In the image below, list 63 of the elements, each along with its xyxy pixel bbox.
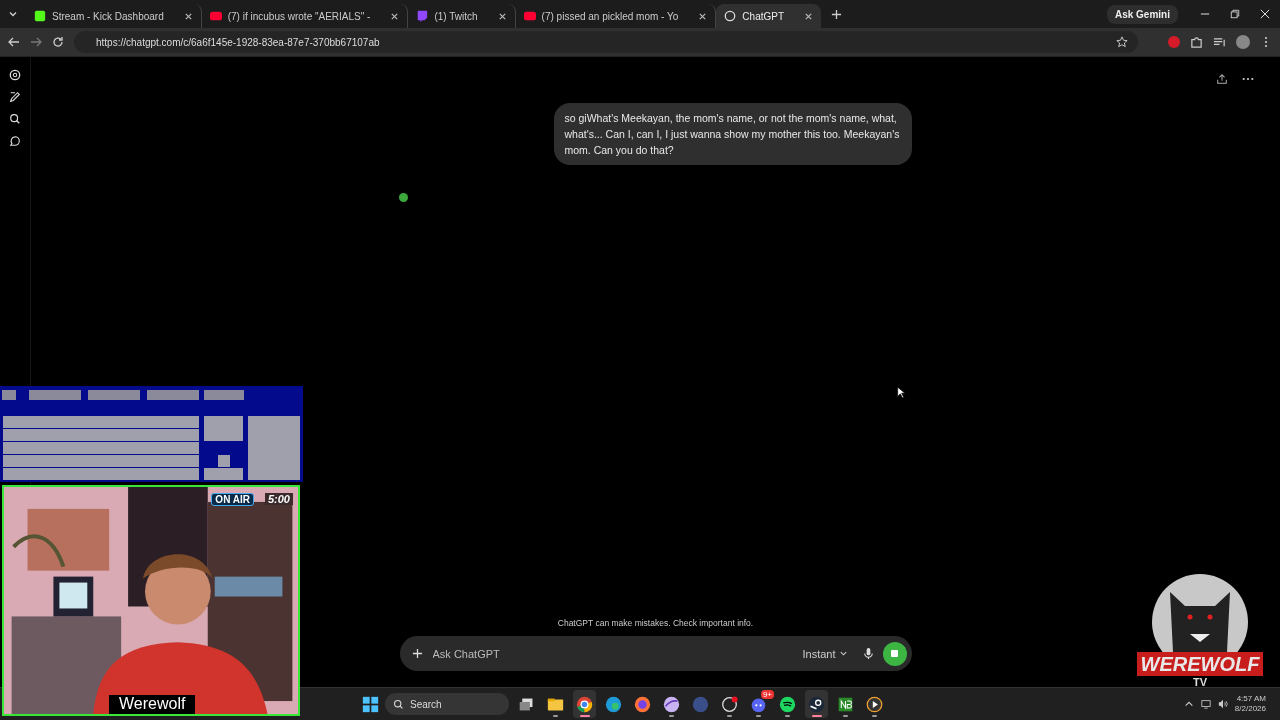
profile-avatar-icon[interactable] xyxy=(1236,35,1250,49)
bookmark-star-icon[interactable] xyxy=(1116,36,1128,48)
feather-logo-icon xyxy=(663,695,680,713)
search-icon[interactable] xyxy=(9,113,21,125)
ask-gemini-button[interactable]: Ask Gemini xyxy=(1106,4,1178,24)
browser-logo-icon xyxy=(576,695,593,713)
taskbar-button[interactable] xyxy=(805,690,828,718)
taskbar-button[interactable] xyxy=(573,690,596,718)
favicon-icon xyxy=(724,10,737,22)
status-dot xyxy=(399,193,408,202)
reload-icon[interactable] xyxy=(52,36,64,48)
chat-icon[interactable] xyxy=(9,135,21,147)
streamer-name: Werewolf xyxy=(109,695,196,714)
taskbar-search-field[interactable]: Search xyxy=(385,693,509,715)
on-air-badge: ON AIR xyxy=(211,493,254,506)
mouse-cursor-icon xyxy=(897,386,905,399)
address-bar[interactable]: https://chatgpt.com/c/6a6f145e-1928-83ea-87e7-370bb67107ab xyxy=(74,31,1138,53)
clock-time: 4:57 AM xyxy=(1236,694,1266,704)
logo-subtitle: TV xyxy=(1192,676,1208,688)
orb-icon xyxy=(692,695,709,713)
favicon-icon xyxy=(34,10,46,22)
close-tab-icon[interactable] xyxy=(183,11,193,21)
search-icon xyxy=(393,698,404,710)
new-tab-icon[interactable] xyxy=(831,8,843,20)
timer-text: 5:00 xyxy=(264,493,293,505)
chevron-down-icon[interactable] xyxy=(8,9,18,19)
chevron-up-icon[interactable] xyxy=(1183,699,1194,709)
favicon-icon xyxy=(209,10,222,22)
composer-field[interactable]: Ask ChatGPT Instant xyxy=(399,636,912,671)
restore-icon[interactable] xyxy=(1230,9,1240,19)
logo-title: WEREWOLF xyxy=(1136,652,1264,676)
forward-icon[interactable] xyxy=(30,36,42,48)
monitor-icon[interactable] xyxy=(1200,699,1211,709)
sound-waves-logo-icon xyxy=(779,695,796,713)
message-input[interactable]: Ask ChatGPT xyxy=(430,646,789,661)
close-tab-icon[interactable] xyxy=(497,11,507,21)
notification-badge: 9+ xyxy=(760,690,774,699)
chevron-down-icon xyxy=(838,649,848,658)
favicon-icon xyxy=(523,10,536,22)
close-tab-icon[interactable] xyxy=(390,11,400,21)
close-tab-icon[interactable] xyxy=(698,11,708,21)
start-icon[interactable] xyxy=(362,695,379,713)
disclaimer-text: ChatGPT can make mistakes. Check important info. xyxy=(556,618,755,628)
extension-icon[interactable] xyxy=(1168,36,1180,48)
microphone-icon[interactable] xyxy=(861,647,875,660)
stop-button[interactable] xyxy=(882,641,907,666)
logo-icon[interactable] xyxy=(9,69,21,81)
media-icon[interactable] xyxy=(1213,35,1226,49)
close-icon[interactable] xyxy=(1260,9,1270,19)
ring-logo-icon xyxy=(721,695,738,713)
volume-icon[interactable] xyxy=(1217,699,1228,709)
browser-tab[interactable]: ChatGPT xyxy=(716,4,822,28)
add-icon[interactable] xyxy=(411,648,423,659)
mode-dropdown[interactable]: Instant xyxy=(796,646,854,661)
close-tab-icon[interactable] xyxy=(804,11,814,21)
clock-date: 8/2/2026 xyxy=(1234,704,1266,714)
notebook-icon xyxy=(837,695,854,713)
user-message: so giWhat's Meekayan, the mom's name, or not the mom's name, what, what's... Can I, can I, I just wanna show my mother this too. Meekayan's mom. Can you do that? xyxy=(553,103,912,165)
edit-icon[interactable] xyxy=(9,91,21,103)
share-icon[interactable] xyxy=(1216,73,1228,85)
favicon-icon xyxy=(416,10,429,22)
play-icon xyxy=(866,695,883,713)
back-icon[interactable] xyxy=(8,36,20,48)
